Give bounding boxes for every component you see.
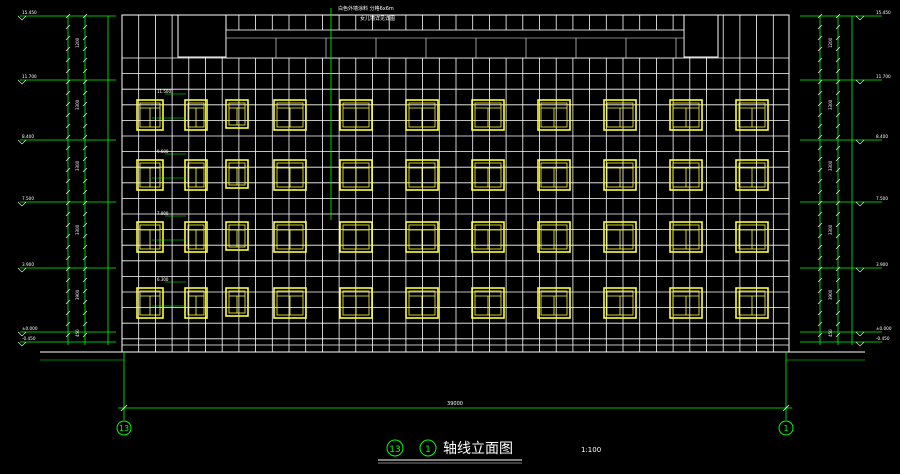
top-note-2: 女儿墙详见详图	[360, 15, 395, 22]
window-level-label: 7.900	[157, 211, 169, 216]
right-dim-label: 1200	[828, 37, 833, 48]
window	[537, 221, 571, 253]
overall-dimension: 39000	[447, 401, 463, 407]
window	[136, 159, 164, 191]
left-level-mark	[17, 79, 27, 85]
window	[405, 221, 439, 253]
right-level-mark	[855, 139, 865, 145]
right-elevation-label: 8.400	[876, 134, 888, 139]
right-elevation-label: -0.450	[876, 336, 890, 341]
title-axis-start: 13	[389, 445, 400, 455]
window	[735, 159, 769, 191]
left-level-mark	[17, 139, 27, 145]
window	[603, 287, 637, 319]
left-dim-label: 3300	[75, 99, 80, 110]
right-level-mark	[855, 267, 865, 273]
drawing-scale: 1:100	[581, 446, 601, 454]
left-elevation-label: 15.450	[22, 10, 37, 15]
right-dim-label: 3900	[828, 289, 833, 300]
right-level-mark	[855, 341, 865, 347]
window-level-label: 9.600	[157, 149, 169, 154]
axis-start-label: 13	[119, 424, 129, 433]
window	[471, 221, 505, 253]
roof-band	[225, 29, 685, 59]
dimension-lines: 15.450 11.700 8.400 7.500 3.900 ±0.000 -0.450 1…	[17, 10, 892, 420]
window	[471, 287, 505, 319]
window	[735, 287, 769, 319]
window	[405, 159, 439, 191]
right-level-mark	[855, 331, 865, 337]
left-elevation-label: 7.500	[22, 196, 34, 201]
window	[136, 287, 164, 319]
right-elevation-label: 11.700	[876, 74, 891, 79]
window-level-label: 11.500	[157, 89, 171, 94]
left-elevation-label: 8.400	[22, 134, 34, 139]
parapet-right	[683, 14, 719, 58]
window-level-label: 6.300	[157, 277, 169, 282]
left-elevation-label: ±0.000	[22, 326, 38, 331]
left-dim-label: 3300	[75, 160, 80, 171]
elevation-drawing: 11.500 9.600 7.900 6.300 15.450 11.700 8.400 7…	[17, 5, 892, 464]
left-dim-label: 3900	[75, 289, 80, 300]
right-dim-label: 3300	[828, 160, 833, 171]
right-dim-label: 3300	[828, 224, 833, 235]
axis-end-label: 1	[783, 424, 788, 433]
window	[537, 159, 571, 191]
axis-bubble-end: 1	[778, 420, 794, 436]
right-elevation-label: 7.500	[876, 196, 888, 201]
right-elevation-label: 3.900	[876, 262, 888, 267]
left-dim-label: 450	[75, 329, 80, 337]
left-level-mark	[17, 15, 27, 21]
axis-bubble-start: 13	[116, 420, 132, 436]
left-level-mark	[17, 267, 27, 273]
window	[136, 221, 164, 253]
window	[537, 287, 571, 319]
window	[225, 159, 249, 189]
right-elevation-label: ±0.000	[876, 326, 892, 331]
right-level-mark	[855, 201, 865, 207]
left-level-mark	[17, 341, 27, 347]
left-elevation-label: -0.450	[22, 336, 36, 341]
window	[184, 221, 208, 253]
title-block: 13 1 轴线立面图 1:100	[378, 439, 601, 464]
window	[603, 159, 637, 191]
right-elevation-label: 15.450	[876, 10, 891, 15]
window	[184, 287, 208, 319]
window	[273, 221, 307, 253]
window	[273, 159, 307, 191]
title-axis-end: 1	[425, 445, 431, 455]
window	[669, 159, 703, 191]
right-level-mark	[855, 15, 865, 21]
left-elevation-label: 11.700	[22, 74, 37, 79]
left-level-mark	[17, 201, 27, 207]
window	[225, 221, 249, 251]
window	[184, 159, 208, 191]
parapet-left	[177, 14, 227, 58]
window	[603, 221, 637, 253]
window	[471, 159, 505, 191]
left-dim-label: 3300	[75, 224, 80, 235]
right-dim-label: 3300	[828, 99, 833, 110]
window	[405, 287, 439, 319]
drawing-title: 轴线立面图	[443, 441, 513, 457]
right-level-mark	[855, 79, 865, 85]
right-dim-label: 450	[828, 329, 833, 337]
window	[225, 99, 249, 129]
left-dim-label: 1200	[75, 37, 80, 48]
window	[669, 221, 703, 253]
left-elevation-label: 3.900	[22, 262, 34, 267]
window	[735, 221, 769, 253]
window	[669, 287, 703, 319]
top-note-1: 白色外墙涂料 分格6x6m	[338, 5, 394, 12]
window	[273, 287, 307, 319]
